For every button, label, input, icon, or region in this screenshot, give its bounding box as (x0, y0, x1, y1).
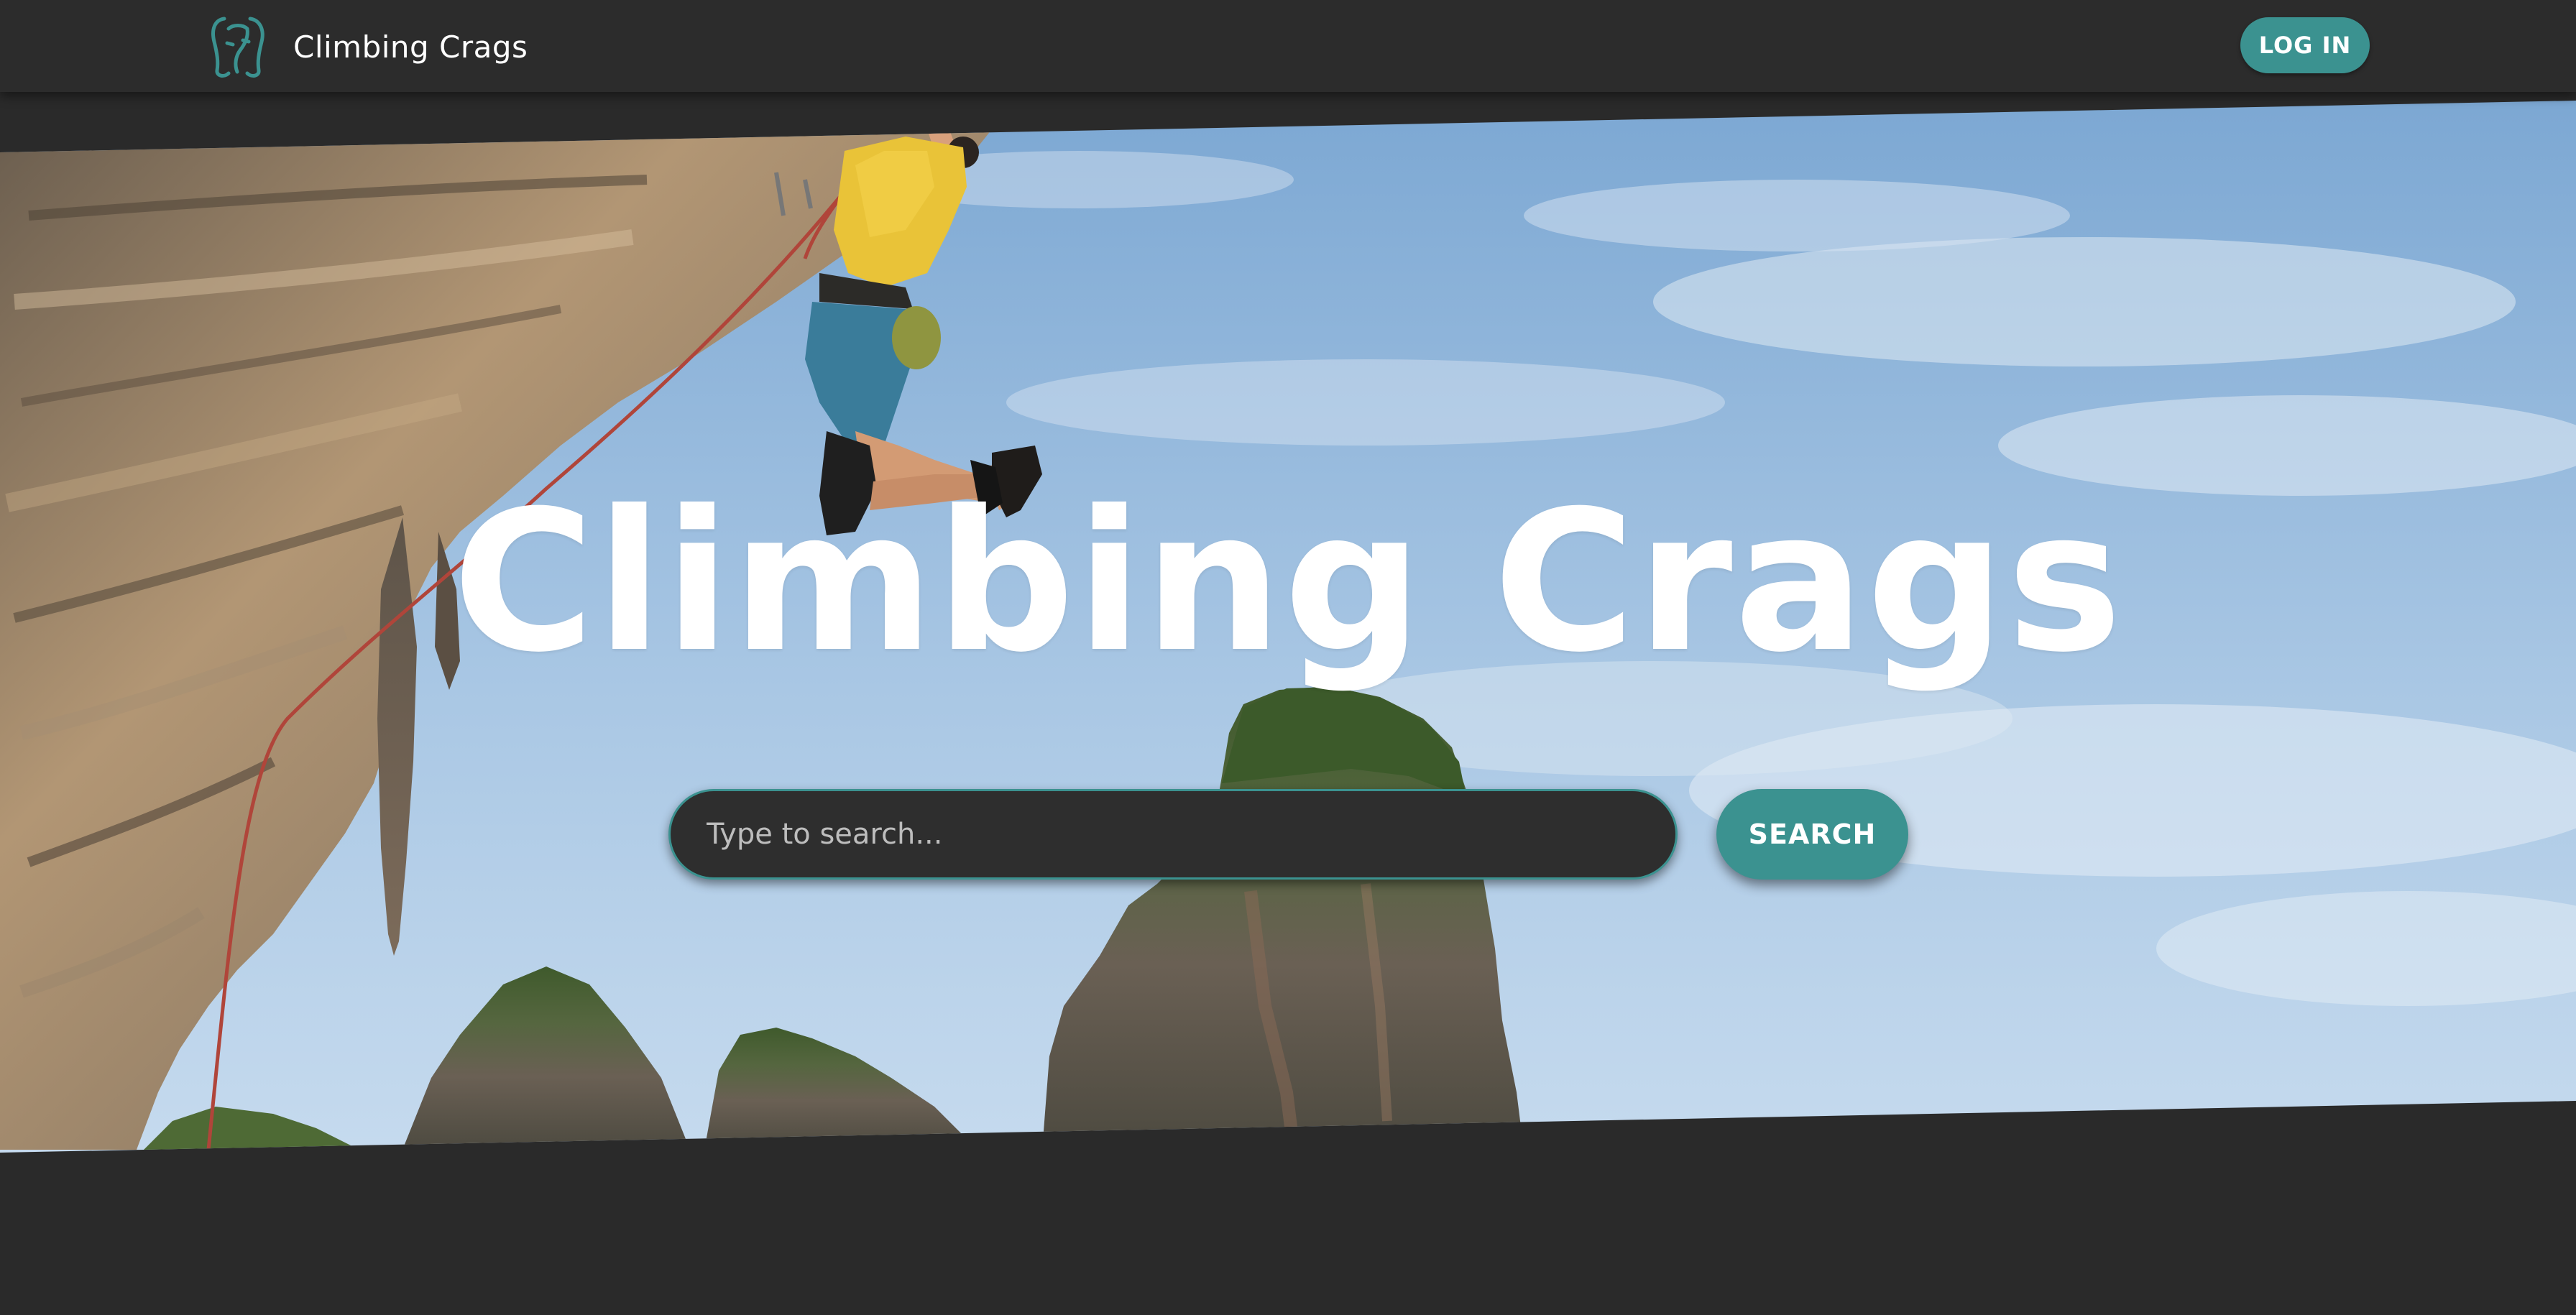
page: Climbing Crags LOG IN Climbing Crags SEA… (0, 0, 2576, 1315)
search-button[interactable]: SEARCH (1716, 789, 1908, 880)
login-button[interactable]: LOG IN (2240, 17, 2370, 73)
climbing-crags-logo-icon (211, 17, 264, 78)
hero-title: Climbing Crags (452, 469, 2124, 695)
brand[interactable]: Climbing Crags (208, 14, 528, 79)
search-input[interactable] (668, 789, 1678, 880)
navbar: Climbing Crags LOG IN (0, 0, 2576, 92)
search-bar: SEARCH (668, 789, 1908, 882)
brand-name: Climbing Crags (293, 29, 528, 65)
